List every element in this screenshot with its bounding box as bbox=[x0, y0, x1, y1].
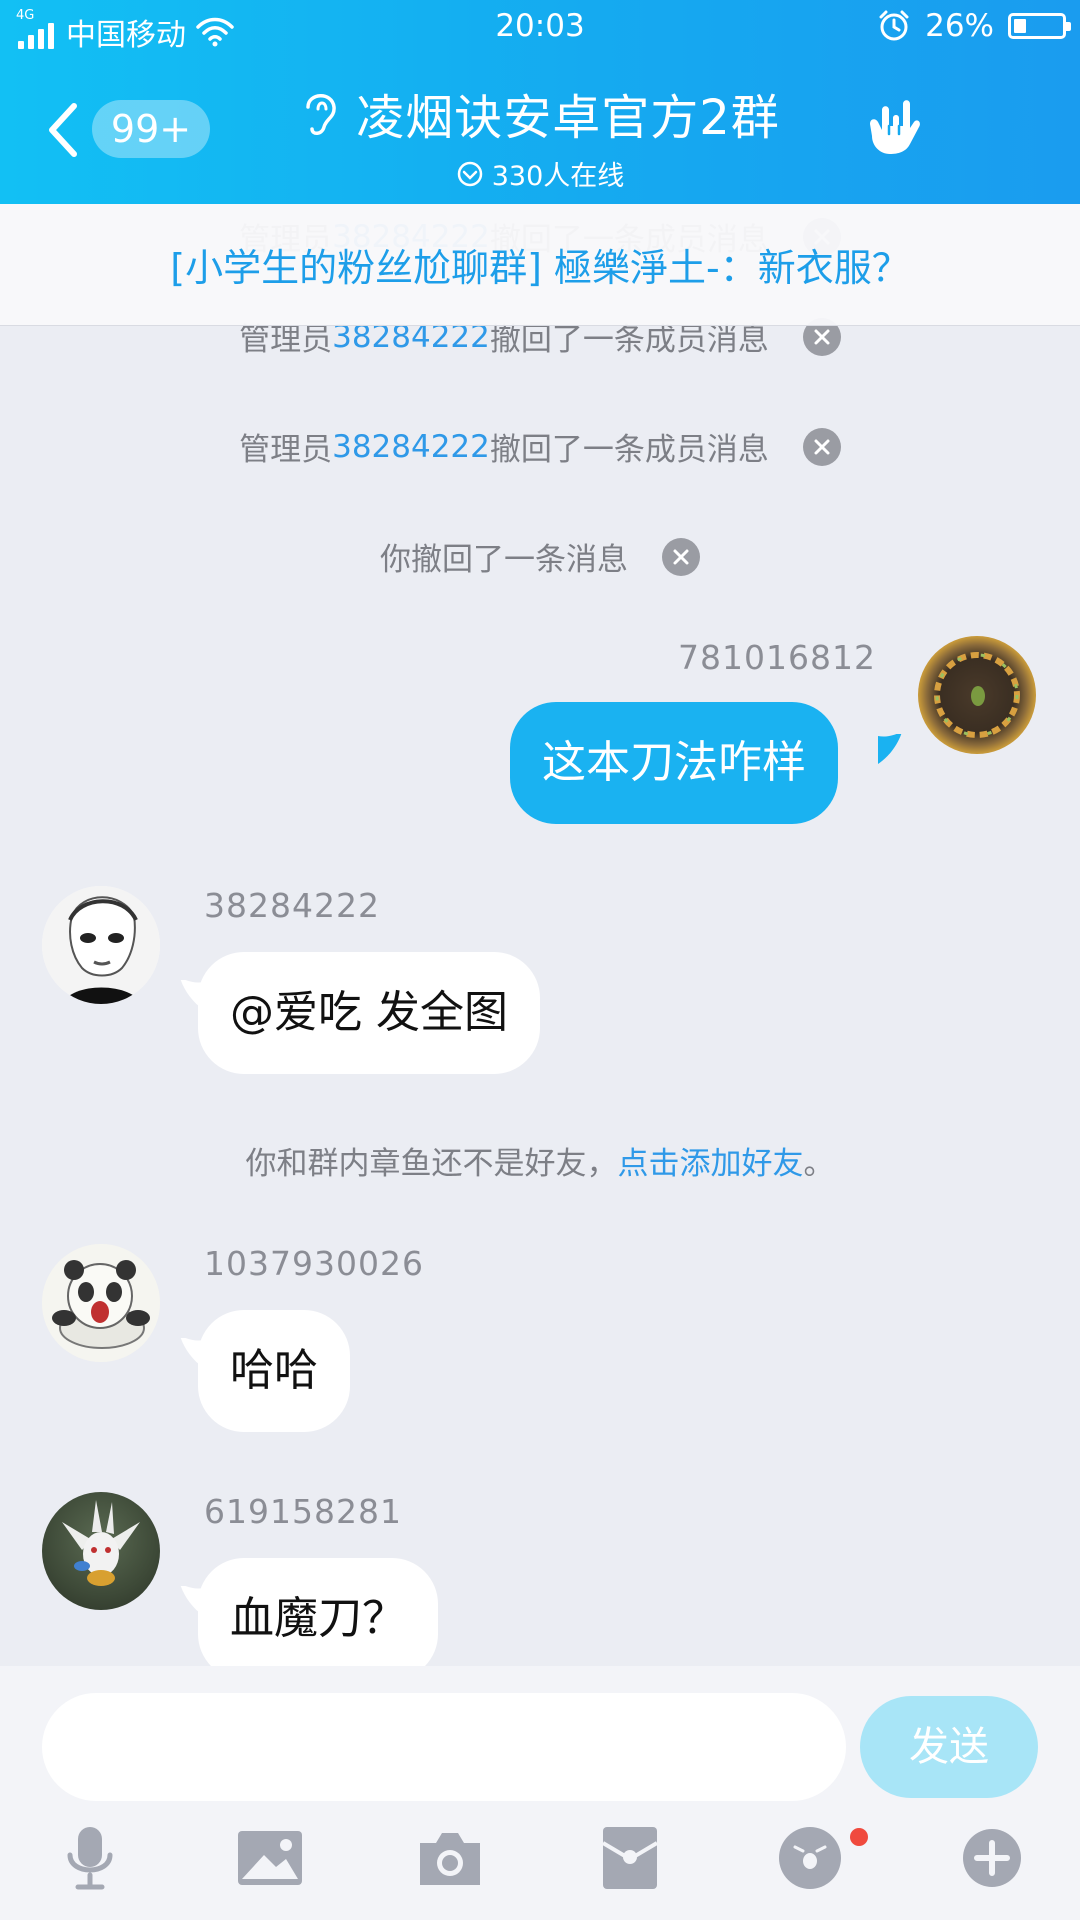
message-bubble[interactable]: 哈哈 bbox=[198, 1310, 350, 1432]
avatar[interactable] bbox=[918, 636, 1036, 754]
microphone-icon[interactable] bbox=[50, 1818, 130, 1898]
sender-name: 38284222 bbox=[204, 886, 380, 925]
battery-fill bbox=[1014, 19, 1026, 33]
message-list[interactable]: 管理员 38284222 撤回了一条成员消息 管理员 38284222 撤回了一条成员消… bbox=[0, 204, 1080, 1666]
system-message: 管理员38284222撤回了一条成员消息 bbox=[0, 424, 1080, 469]
send-button[interactable]: 发送 bbox=[860, 1696, 1038, 1798]
input-panel: 发送 bbox=[0, 1666, 1080, 1920]
battery-icon bbox=[1008, 13, 1071, 39]
system-message-text: 你撤回了一条消息 bbox=[380, 542, 628, 578]
alarm-icon bbox=[879, 10, 909, 41]
red-packet-icon[interactable] bbox=[590, 1818, 670, 1898]
avatar[interactable] bbox=[42, 1492, 160, 1610]
group-notice-banner[interactable]: [小学生的粉丝尬聊群] 極樂淨土-：新衣服？ bbox=[0, 204, 1080, 326]
avatar[interactable] bbox=[42, 886, 160, 1004]
camera-icon[interactable] bbox=[410, 1818, 490, 1898]
message-bubble[interactable]: @爱吃 发全图 bbox=[198, 952, 540, 1074]
emoji-icon[interactable] bbox=[770, 1818, 850, 1898]
sender-name: 781016812 bbox=[678, 638, 876, 677]
system-message-prefix: 管理员 bbox=[239, 432, 333, 468]
group-title: 凌烟诀安卓官方2群 bbox=[356, 90, 780, 146]
add-friend-link[interactable]: 点击添加好友 bbox=[618, 1138, 804, 1183]
sender-name: 1037930026 bbox=[204, 1244, 424, 1283]
group-app-hand-icon[interactable] bbox=[862, 96, 924, 158]
online-count: 330人在线 bbox=[491, 161, 625, 192]
status-bar: 4G 中国移动 20:03 26% bbox=[0, 0, 1080, 56]
image-icon[interactable] bbox=[230, 1818, 310, 1898]
dismiss-icon[interactable] bbox=[802, 427, 841, 466]
bubble-tail bbox=[878, 734, 902, 764]
notice-text: [小学生的粉丝尬聊群] 極樂淨土-：新衣服？ bbox=[170, 246, 910, 290]
system-message: 你撤回了一条消息 bbox=[0, 534, 1080, 579]
dismiss-icon[interactable] bbox=[662, 537, 700, 576]
chat-header: 4G 中国移动 20:03 26% 99+ 凌烟诀安卓官方2群 330人在线 bbox=[0, 0, 1080, 204]
message-input[interactable] bbox=[42, 1693, 846, 1801]
new-indicator-dot bbox=[850, 1828, 868, 1846]
message-bubble[interactable]: 这本刀法咋样 bbox=[510, 702, 838, 824]
battery-percent: 26% bbox=[925, 8, 994, 44]
admin-id-link[interactable]: 38284222 bbox=[332, 429, 490, 465]
system-message-suffix: 撤回了一条成员消息 bbox=[489, 432, 769, 468]
friend-tip-end: 。 bbox=[803, 1146, 835, 1182]
sender-name: 619158281 bbox=[204, 1492, 402, 1531]
avatar[interactable] bbox=[42, 1244, 160, 1362]
online-check-icon bbox=[457, 161, 482, 186]
message-bubble[interactable]: 血魔刀？ bbox=[198, 1558, 438, 1666]
plus-icon[interactable] bbox=[952, 1818, 1032, 1898]
ear-icon bbox=[306, 94, 336, 135]
chat-screen: 管理员 38284222 撤回了一条成员消息 管理员 38284222 撤回了一条成员消… bbox=[0, 0, 1080, 1920]
friend-tip: 你和群内章鱼还不是好友， 点击添加好友。 bbox=[0, 1138, 1080, 1183]
friend-tip-text: 你和群内章鱼还不是好友， bbox=[245, 1146, 618, 1182]
